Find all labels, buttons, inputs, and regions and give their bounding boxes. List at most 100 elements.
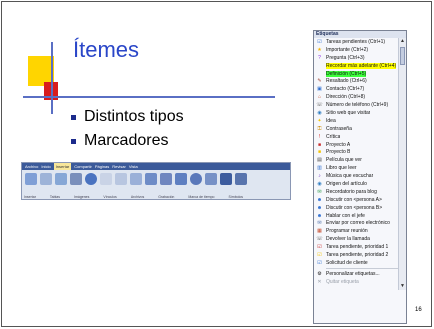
ribbon-group-label: Imágenes [74, 195, 90, 199]
menu-item[interactable]: ✕ Quitar etiqueta [314, 278, 406, 286]
menu-item[interactable]: ★ Importante (Ctrl+2) [314, 46, 406, 54]
menu-item-label: Tarea pendiente, prioridad 1 [326, 244, 389, 251]
menu-item[interactable]: ☑ Tarea pendiente, prioridad 1 [314, 243, 406, 251]
menu-item[interactable]: ■ Proyecto B [314, 148, 406, 156]
ribbon-screenshot-icon [70, 173, 82, 185]
globe-icon: ◉ [317, 180, 322, 187]
menu-item[interactable]: ✉ Recordatorio para blog [314, 188, 406, 196]
tags-menu: Etiquetas ☑ Tareas pendientes (Ctrl+1) ★ Im… [313, 30, 407, 324]
calendar-icon: ▦ [317, 228, 322, 235]
menu-item[interactable]: ☏ Devolver la llamada [314, 235, 406, 243]
menu-item-label: Origen del artículo [326, 180, 367, 187]
globe-icon: ◉ [317, 109, 322, 116]
ribbon-tab[interactable]: Archivo [25, 163, 38, 170]
menu-item-label: Recordar más adelante (Ctrl+4) [326, 62, 397, 69]
menu-item[interactable]: ♪ Música que escuchar [314, 172, 406, 180]
ribbon-tabs: Archivo Inicio Insertar Compartir Páginas Rev… [22, 163, 290, 170]
mail-icon: ✉ [317, 220, 322, 227]
ribbon-image-icon [55, 173, 67, 185]
menu-header: Etiquetas [314, 31, 406, 38]
menu-item-label: Tarea pendiente, prioridad 2 [326, 251, 389, 258]
bullet-marker [71, 138, 76, 144]
ribbon-datetime-icon [205, 173, 217, 185]
music-icon: ♪ [318, 173, 321, 180]
menu-item-label: Música que escuchar [326, 173, 374, 180]
ribbon-date-icon [175, 173, 187, 185]
menu-item[interactable]: ⚿ Contraseña [314, 125, 406, 133]
menu-item[interactable]: ! Crítica [314, 133, 406, 141]
menu-item[interactable]: ◉ Sitio web que visitar [314, 109, 406, 117]
ribbon-video-icon [160, 173, 172, 185]
menu-item[interactable]: ⌂ Dirección (Ctrl+8) [314, 93, 406, 101]
menu-item-label: Personalizar etiquetas... [326, 270, 380, 277]
menu-item[interactable]: ✉ Enviar por correo electrónico [314, 219, 406, 227]
ribbon-tab[interactable]: Compartir [74, 163, 92, 170]
menu-item[interactable]: ☑ Solicitud de cliente [314, 259, 406, 267]
menu-item[interactable]: ⚙ Personalizar etiquetas... [314, 270, 406, 278]
ribbon-audio-icon [145, 173, 157, 185]
bullet-text: Marcadores [84, 132, 169, 149]
menu-item-label: Definición (Ctrl+5) [326, 70, 367, 77]
house-icon: ⌂ [317, 94, 322, 101]
menu-item[interactable]: ✦ Idea [314, 117, 406, 125]
blank-icon [316, 71, 323, 77]
people-icon: ☻ [316, 196, 323, 203]
menu-item[interactable]: ? Pregunta (Ctrl+3) [314, 54, 406, 62]
ribbon-group-label: Insertar [24, 195, 36, 199]
menu-item[interactable]: ■ Proyecto A [314, 141, 406, 149]
square-icon: ■ [317, 141, 322, 148]
decor-horizontal-line [23, 96, 275, 98]
scroll-thumb[interactable] [400, 47, 405, 65]
menu-item[interactable]: ☻ Discutir con <persona B> [314, 204, 406, 212]
menu-item[interactable]: ✎ Resaltado (Ctrl+6) [314, 77, 406, 85]
menu-items: ☑ Tareas pendientes (Ctrl+1) ★ Importante (… [314, 38, 406, 267]
book-icon: ▥ [317, 165, 322, 172]
decor-vertical-line [51, 42, 53, 114]
ribbon-group-label: Vínculos [103, 195, 117, 199]
menu-item[interactable]: ☏ Número de teléfono (Ctrl+9) [314, 101, 406, 109]
ribbon-tab[interactable]: Inicio [41, 163, 50, 170]
ribbon-tab[interactable]: Vista [129, 163, 138, 170]
people-icon: ☻ [316, 212, 323, 219]
page-number: 16 [415, 307, 422, 313]
menu-item-label: Hablar con el jefe [326, 212, 365, 219]
ribbon-tab[interactable]: Insertar [53, 163, 72, 170]
ribbon-group-label: Archivos [130, 195, 145, 199]
checkbox-icon: ☑ [317, 251, 322, 258]
ribbon-tab[interactable]: Revisar [112, 163, 126, 170]
menu-item[interactable]: ▥ Libro que leer [314, 164, 406, 172]
bullet-item: Marcadores [71, 129, 184, 153]
menu-item[interactable]: ▣ Contacto (Ctrl+7) [314, 85, 406, 93]
menu-scrollbar[interactable]: ▲ ▼ [398, 38, 406, 290]
scroll-down-arrow-icon[interactable]: ▼ [399, 283, 406, 290]
ribbon-link-icon [85, 173, 97, 185]
ribbon-tab[interactable]: Páginas [95, 163, 109, 170]
customize-icon: ⚙ [317, 270, 322, 277]
menu-item[interactable]: ☑ Tareas pendientes (Ctrl+1) [314, 38, 406, 46]
menu-item-label: Programar reunión [326, 228, 368, 235]
menu-item-label: Recordatorio para blog [326, 188, 377, 195]
ribbon-equation-icon [220, 173, 232, 185]
menu-item[interactable]: Definición (Ctrl+5) [314, 70, 406, 78]
menu-item-label: Pregunta (Ctrl+3) [326, 54, 365, 61]
blank-icon [316, 63, 323, 69]
bullet-item: Distintos tipos [71, 105, 184, 129]
menu-item[interactable]: ◉ Origen del artículo [314, 180, 406, 188]
menu-item[interactable]: ▦ Programar reunión [314, 227, 406, 235]
menu-item[interactable]: ☻ Discutir con <persona A> [314, 196, 406, 204]
slide: Ítemes Distintos tipos Marcadores Archiv… [0, 0, 434, 329]
menu-item[interactable]: ☑ Tarea pendiente, prioridad 2 [314, 251, 406, 259]
menu-item[interactable]: ▤ Película que ver [314, 156, 406, 164]
menu-item-label: Tareas pendientes (Ctrl+1) [326, 38, 386, 45]
menu-item[interactable]: Recordar más adelante (Ctrl+4) [314, 62, 406, 70]
menu-item[interactable]: ☻ Hablar con el jefe [314, 212, 406, 220]
checkbox-icon: ☑ [317, 38, 322, 45]
bulb-icon: ✦ [317, 117, 322, 124]
film-icon: ▤ [317, 157, 322, 164]
scroll-up-arrow-icon[interactable]: ▲ [399, 38, 406, 45]
menu-item-label: Discutir con <persona B> [326, 204, 383, 211]
ribbon-group-label: Símbolos [228, 195, 244, 199]
menu-item-label: Película que ver [326, 157, 362, 164]
question-icon: ? [318, 54, 321, 61]
menu-item-label: Contacto (Ctrl+7) [326, 86, 365, 93]
